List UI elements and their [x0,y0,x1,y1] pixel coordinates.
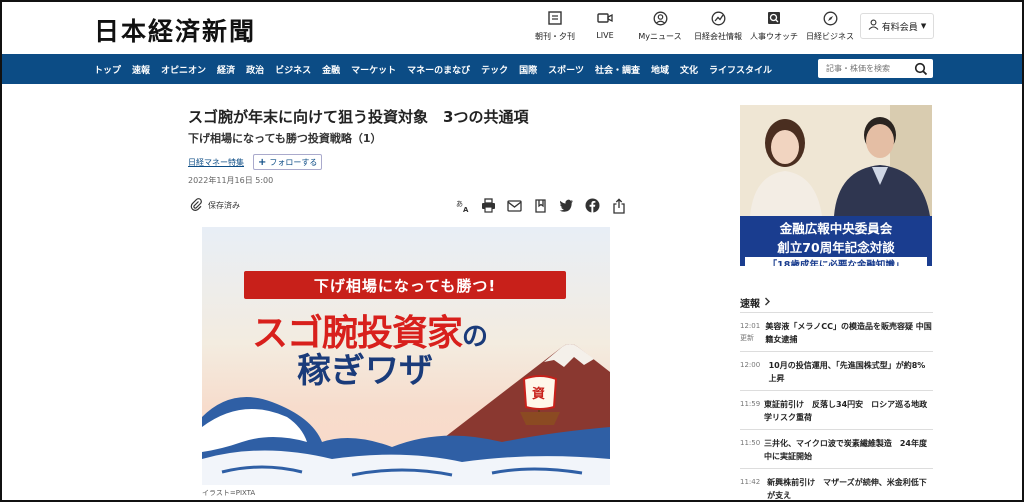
image-caption: イラスト=PIXTA [202,489,256,497]
hero-illustration: 資 下げ相場になっても勝つ! スゴ腕投資家の 稼ぎワザ [202,227,610,485]
article-subtitle: 下げ相場になっても勝つ投資戦略（1） [188,132,382,145]
caret-down-icon: ▼ [920,22,927,30]
search-icon[interactable] [914,61,928,80]
list-item[interactable]: 12:01 更新 美容液「メラノCC」の模造品を販売容疑 中国籍女逮捕 [740,312,933,351]
ad-text-box: 金融広報中央委員会 創立70周年記念対談 「18歳成年に必要な金融知識」 [740,216,932,266]
ad-line3: 「18歳成年に必要な金融知識」 [745,257,927,266]
article-toolbar: あA [454,197,627,214]
article-date: 2022年11月16日 5:00 [188,176,274,185]
header-link-live[interactable]: LIVE [580,8,630,42]
save-button[interactable]: 保存済み [190,198,240,213]
jinji-icon [763,8,785,28]
svg-text:A: A [463,206,469,214]
news-time: 11:59 [740,400,761,408]
list-item[interactable]: 11:42 新興株前引け マザーズが続伸、米金利低下が支え [740,468,933,500]
compass-icon [819,8,841,28]
news-headline: 美容液「メラノCC」の模造品を販売容疑 中国籍女逮捕 [765,322,932,344]
nav-item-society[interactable]: 社会・調査 [595,63,640,76]
plus-icon: + [258,156,267,168]
nav-item-opinion[interactable]: オピニオン [161,63,206,76]
browser-viewport: 日本経済新聞 朝刊・夕刊 LIVE Myニュース 日経会社情報 人事ウオッチ 日… [0,0,1024,502]
sokuho-heading[interactable]: 速報 [740,295,771,310]
main-nav: トップ 速報 オピニオン 経済 政治 ビジネス 金融 マーケット マネーのまなび… [2,54,1022,84]
company-info-icon [707,8,729,28]
nav-item-international[interactable]: 国際 [519,63,537,76]
follow-button[interactable]: + フォローする [253,154,323,170]
news-headline: 三井化、マイクロ波で炭素繊維製造 24年度中に実証開始 [764,439,928,461]
search-box [818,59,933,78]
news-headline: 新興株前引け マザーズが続伸、米金利低下が支え [767,478,927,500]
nav-item-money[interactable]: マネーのまなび [407,63,470,76]
nav-item-politics[interactable]: 政治 [246,63,264,76]
header-link-company[interactable]: 日経会社情報 [690,8,746,42]
hero-ribbon: 下げ相場になっても勝つ! [244,271,566,299]
font-size-icon[interactable]: あA [454,197,471,214]
ad-photo [740,105,932,216]
news-headline: 10月の投信運用、「先進国株式型」が約8%上昇 [768,361,926,383]
follow-label: フォローする [269,157,318,167]
news-time: 12:01 更新 [740,322,761,342]
news-time: 11:42 [740,478,761,486]
nav-item-tech[interactable]: テック [481,63,508,76]
news-time: 12:00 [740,361,761,369]
svg-text:あ: あ [456,200,463,208]
nav-item-business[interactable]: ビジネス [275,63,311,76]
header-link-paper[interactable]: 朝刊・夕刊 [530,8,580,42]
chevron-right-icon [764,297,771,309]
member-label: 有料会員 [881,22,918,33]
nav-item-economy[interactable]: 経済 [217,63,235,76]
sokuho-list: 12:01 更新 美容液「メラノCC」の模造品を販売容疑 中国籍女逮捕 12:00… [740,312,933,500]
nav-items: トップ 速報 オピニオン 経済 政治 ビジネス 金融 マーケット マネーのまなび… [94,54,783,84]
news-headline: 東証前引け 反落し34円安 ロシア巡る地政学リスク重荷 [764,400,928,422]
user-icon [868,19,879,33]
twitter-icon[interactable] [558,197,575,214]
saved-label: 保存済み [208,201,240,210]
hero-headline-line2: 稼ぎワザ [297,351,433,391]
header-icon-bar: 朝刊・夕刊 LIVE Myニュース 日経会社情報 人事ウオッチ 日経ビジネス [530,8,858,42]
nav-item-top[interactable]: トップ [94,63,121,76]
header-link-mynews[interactable]: Myニュース [630,8,690,42]
nav-item-culture[interactable]: 文化 [680,63,698,76]
nav-item-sokuho[interactable]: 速報 [132,63,150,76]
paperclip-icon [190,198,203,213]
newspaper-icon [544,8,566,28]
nav-item-sports[interactable]: スポーツ [548,63,584,76]
article-title: スゴ腕が年末に向けて狙う投資対象 3つの共通項 [188,108,529,126]
ad-line2: 創立70周年記念対談 [777,240,895,255]
mail-icon[interactable] [506,197,523,214]
sidebar-ad[interactable]: 金融広報中央委員会 創立70周年記念対談 「18歳成年に必要な金融知識」 [740,105,932,266]
boat-mark: 資 [532,387,546,402]
member-menu-button[interactable]: 有料会員 ▼ [860,13,934,39]
news-time: 11:50 [740,439,761,447]
site-header: 日本経済新聞 朝刊・夕刊 LIVE Myニュース 日経会社情報 人事ウオッチ 日… [2,2,1022,54]
search-input[interactable] [824,63,916,74]
ad-line1: 金融広報中央委員会 [779,221,893,236]
list-item[interactable]: 11:50 三井化、マイクロ波で炭素繊維製造 24年度中に実証開始 [740,429,933,468]
note-icon[interactable] [532,197,549,214]
header-link-business[interactable]: 日経ビジネス [802,8,858,42]
nav-item-market[interactable]: マーケット [351,63,396,76]
list-item[interactable]: 11:59 東証前引け 反落し34円安 ロシア巡る地政学リスク重荷 [740,390,933,429]
print-icon[interactable] [480,197,497,214]
nav-item-region[interactable]: 地域 [651,63,669,76]
video-icon [594,8,616,28]
share-icon[interactable] [610,197,627,214]
header-link-jinji[interactable]: 人事ウオッチ [746,8,802,42]
my-news-icon [649,8,671,28]
nav-item-lifestyle[interactable]: ライフスタイル [709,63,772,76]
facebook-icon[interactable] [584,197,601,214]
list-item[interactable]: 12:00 10月の投信運用、「先進国株式型」が約8%上昇 [740,351,933,390]
series-link[interactable]: 日経マネー特集 [188,157,244,168]
nav-item-finance[interactable]: 金融 [322,63,340,76]
site-logo[interactable]: 日本経済新聞 [94,12,256,48]
